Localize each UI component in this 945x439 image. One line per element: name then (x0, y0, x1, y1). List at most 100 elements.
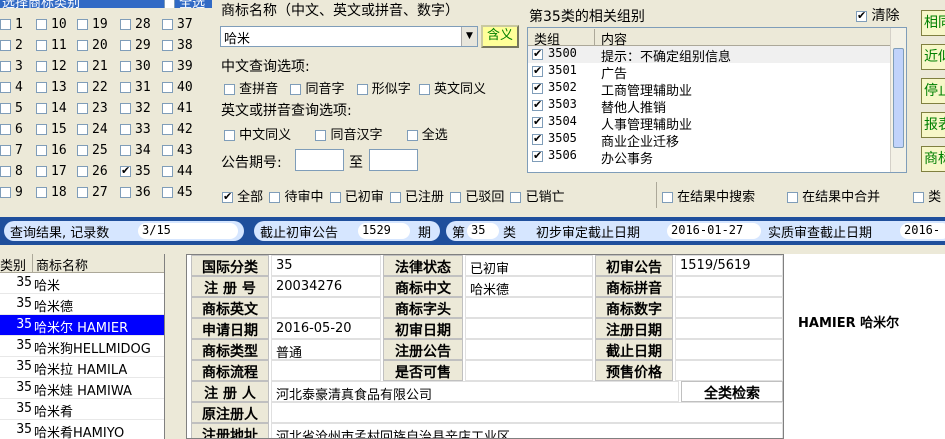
group-checkbox[interactable] (532, 81, 543, 94)
class-checkbox-40[interactable]: 40 (162, 80, 193, 95)
group-list-scrollbar[interactable] (890, 28, 906, 172)
checkbox[interactable] (36, 61, 47, 72)
checkbox[interactable] (315, 130, 327, 141)
checkbox[interactable] (36, 166, 47, 177)
filter-cancelled[interactable]: 已销亡 (510, 190, 565, 205)
checkbox[interactable] (120, 40, 131, 51)
group-checkbox[interactable] (532, 149, 543, 162)
group-row[interactable]: 3504人事管理辅助业 (528, 114, 906, 133)
class-checkbox-6[interactable]: 6 (0, 122, 23, 137)
en-option-all[interactable]: 全选 (406, 128, 448, 143)
checkbox[interactable] (162, 124, 173, 135)
class-checkbox-33[interactable]: 33 (120, 122, 151, 137)
en-option-cn-synonym[interactable]: 中文同义 (224, 128, 291, 143)
checkbox[interactable] (77, 124, 88, 135)
checkbox[interactable] (162, 40, 173, 51)
class-checkbox-44[interactable]: 44 (162, 164, 193, 179)
class-checkbox-31[interactable]: 31 (120, 80, 151, 95)
group-checkbox[interactable] (532, 98, 543, 111)
checkbox[interactable] (36, 145, 47, 156)
checkbox[interactable] (418, 84, 430, 95)
checkbox[interactable] (329, 192, 341, 203)
group-checkbox[interactable] (532, 115, 543, 128)
class-checkbox-5[interactable]: 5 (0, 101, 23, 116)
checkbox[interactable] (120, 61, 131, 72)
filter-pending[interactable]: 待审中 (269, 190, 323, 205)
checkbox[interactable] (77, 40, 88, 51)
checkbox[interactable] (0, 40, 11, 51)
checkbox[interactable] (36, 103, 47, 114)
class-checkbox-22[interactable]: 22 (77, 80, 108, 95)
checkbox[interactable] (787, 192, 798, 203)
clear-option[interactable]: 清除 (856, 5, 899, 25)
checkbox[interactable] (120, 124, 131, 135)
more-filter[interactable]: 类 (913, 186, 941, 205)
class-checkbox-24[interactable]: 24 (77, 122, 108, 137)
checkbox[interactable] (406, 130, 418, 141)
trademark-name-input[interactable]: 哈米 ▼ (220, 26, 478, 47)
class-checkbox-23[interactable]: 23 (77, 101, 108, 116)
report-button[interactable]: 报表 (921, 112, 945, 138)
checkbox[interactable] (120, 187, 131, 198)
group-row[interactable]: 3500提示：不确定组别信息 (528, 46, 906, 65)
merge-in-results[interactable]: 在结果中合并 (787, 186, 880, 205)
class-checkbox-45[interactable]: 45 (162, 185, 193, 200)
results-list[interactable]: 类别 商标名称 35 哈米 35 哈米德 35 哈米尔 HAMIER 35 哈米狗HELLMI… (0, 254, 165, 439)
group-row[interactable]: 3506 办公事务 (528, 148, 906, 167)
cn-option-en-synonym[interactable]: 英文同义 (418, 82, 486, 97)
checkbox[interactable] (120, 103, 131, 114)
checkbox[interactable] (162, 166, 173, 177)
class-checkbox-11[interactable]: 11 (36, 38, 67, 53)
class-checkbox-19[interactable]: 19 (77, 17, 108, 32)
class-checkbox-1[interactable]: 1 (0, 17, 23, 32)
stop-button[interactable]: 停止 (921, 78, 945, 104)
checkbox[interactable] (162, 61, 173, 72)
group-checkbox[interactable] (532, 47, 543, 60)
class-checkbox-28[interactable]: 28 (120, 17, 151, 32)
checkbox[interactable] (36, 124, 47, 135)
filter-rejected[interactable]: 已驳回 (450, 190, 504, 205)
checkbox[interactable] (0, 61, 11, 72)
period-from-input[interactable] (295, 149, 344, 171)
checkbox[interactable] (162, 187, 173, 198)
checkbox[interactable] (356, 84, 368, 95)
checkbox[interactable] (120, 19, 131, 30)
group-row[interactable]: 3505商业企业迁移 (528, 131, 906, 150)
similar-button[interactable]: 近似 (921, 44, 945, 70)
result-row[interactable]: 35 哈米 (0, 273, 164, 294)
class-checkbox-35[interactable]: 35 (120, 164, 151, 179)
checkbox[interactable] (77, 187, 88, 198)
checkbox[interactable] (269, 192, 281, 203)
checkbox[interactable] (224, 130, 235, 141)
result-row[interactable]: 35 哈米肴 (0, 399, 164, 420)
select-all-classes[interactable]: 全选 (164, 0, 205, 8)
class-checkbox-17[interactable]: 17 (36, 164, 67, 179)
checkbox[interactable] (36, 82, 47, 93)
checkbox[interactable] (36, 40, 47, 51)
checkbox[interactable] (0, 166, 11, 177)
checkbox[interactable] (77, 19, 88, 30)
class-checkbox-15[interactable]: 15 (36, 122, 67, 137)
class-checkbox-4[interactable]: 4 (0, 80, 23, 95)
group-checkbox[interactable] (532, 132, 543, 145)
group-list[interactable]: 类组 内容 3500提示：不确定组别信息3501广告3502工商管理辅助业350… (527, 27, 907, 173)
checkbox[interactable] (0, 19, 11, 30)
checkbox[interactable] (77, 145, 88, 156)
class-checkbox-36[interactable]: 36 (120, 185, 151, 200)
class-checkbox-12[interactable]: 12 (36, 59, 67, 74)
filter-registered[interactable]: 已注册 (389, 190, 444, 205)
class-checkbox-30[interactable]: 30 (120, 59, 151, 74)
class-checkbox-37[interactable]: 37 (162, 17, 193, 32)
class-checkbox-25[interactable]: 25 (77, 143, 108, 158)
class-checkbox-16[interactable]: 16 (36, 143, 67, 158)
checkbox[interactable] (0, 124, 11, 135)
filter-all[interactable]: 全部 (222, 190, 263, 205)
result-row[interactable]: 35 哈米拉 HAMILA (0, 357, 164, 378)
class-checkbox-2[interactable]: 2 (0, 38, 23, 53)
class-checkbox-7[interactable]: 7 (0, 143, 23, 158)
checkbox[interactable] (77, 61, 88, 72)
meaning-button[interactable]: 含义 (481, 25, 519, 48)
checkbox[interactable] (913, 192, 924, 203)
result-row[interactable]: 35 哈米肴HAMIYO (0, 420, 164, 439)
period-to-input[interactable] (369, 149, 418, 171)
